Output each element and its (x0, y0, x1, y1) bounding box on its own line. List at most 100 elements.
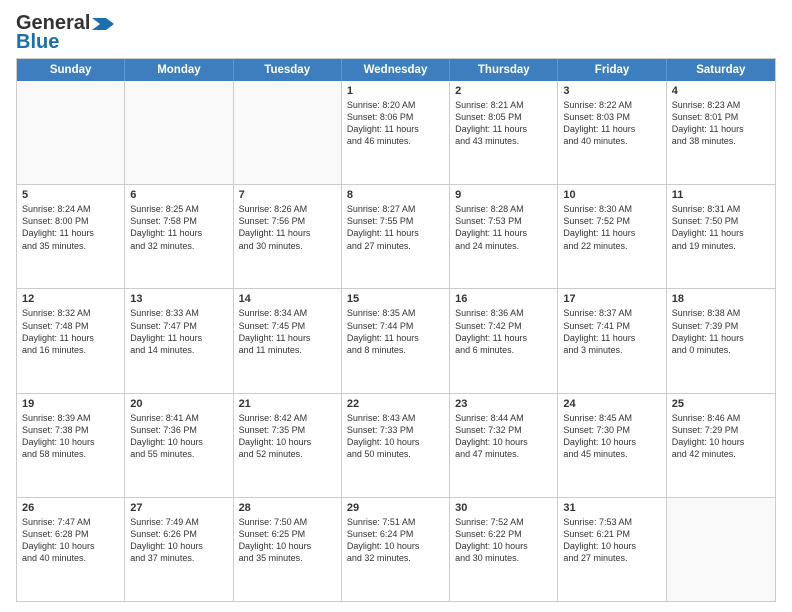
day-info: Sunrise: 8:37 AM Sunset: 7:41 PM Dayligh… (563, 308, 635, 354)
day-info: Sunrise: 8:22 AM Sunset: 8:03 PM Dayligh… (563, 100, 635, 146)
day-info: Sunrise: 8:31 AM Sunset: 7:50 PM Dayligh… (672, 204, 744, 250)
day-number: 17 (563, 293, 660, 305)
weekday-header-saturday: Saturday (667, 59, 775, 81)
weekday-header-sunday: Sunday (17, 59, 125, 81)
day-info: Sunrise: 8:27 AM Sunset: 7:55 PM Dayligh… (347, 204, 419, 250)
day-info: Sunrise: 8:21 AM Sunset: 8:05 PM Dayligh… (455, 100, 527, 146)
day-info: Sunrise: 8:46 AM Sunset: 7:29 PM Dayligh… (672, 413, 745, 459)
day-number: 8 (347, 189, 444, 201)
day-cell-12: 12 Sunrise: 8:32 AM Sunset: 7:48 PM Dayli… (17, 289, 125, 392)
day-cell-2: 2 Sunrise: 8:21 AM Sunset: 8:05 PM Daylig… (450, 81, 558, 184)
day-info: Sunrise: 8:24 AM Sunset: 8:00 PM Dayligh… (22, 204, 94, 250)
day-cell-13: 13 Sunrise: 8:33 AM Sunset: 7:47 PM Dayli… (125, 289, 233, 392)
calendar-row-5: 26 Sunrise: 7:47 AM Sunset: 6:28 PM Dayli… (17, 497, 775, 601)
day-cell-10: 10Sunrise: 8:30 AM Sunset: 7:52 PM Dayli… (558, 185, 666, 288)
calendar-row-4: 19Sunrise: 8:39 AM Sunset: 7:38 PM Dayli… (17, 393, 775, 497)
day-cell-empty-0-0 (17, 81, 125, 184)
day-info: Sunrise: 8:33 AM Sunset: 7:47 PM Dayligh… (130, 308, 202, 354)
day-info: Sunrise: 8:32 AM Sunset: 7:48 PM Dayligh… (22, 308, 94, 354)
day-number: 29 (347, 502, 444, 514)
day-number: 26 (22, 502, 119, 514)
day-number: 7 (239, 189, 336, 201)
day-number: 23 (455, 398, 552, 410)
page-header: General Blue (16, 12, 776, 54)
day-number: 24 (563, 398, 660, 410)
day-number: 3 (563, 85, 660, 97)
day-cell-15: 15 Sunrise: 8:35 AM Sunset: 7:44 PM Dayli… (342, 289, 450, 392)
day-cell-27: 27 Sunrise: 7:49 AM Sunset: 6:26 PM Dayli… (125, 498, 233, 601)
day-number: 18 (672, 293, 770, 305)
day-cell-3: 3 Sunrise: 8:22 AM Sunset: 8:03 PM Daylig… (558, 81, 666, 184)
day-number: 6 (130, 189, 227, 201)
day-number: 11 (672, 189, 770, 201)
day-cell-25: 25Sunrise: 8:46 AM Sunset: 7:29 PM Dayli… (667, 394, 775, 497)
day-cell-14: 14 Sunrise: 8:34 AM Sunset: 7:45 PM Dayli… (234, 289, 342, 392)
logo-arrow-icon (92, 18, 114, 30)
weekday-header-tuesday: Tuesday (234, 59, 342, 81)
day-info: Sunrise: 8:28 AM Sunset: 7:53 PM Dayligh… (455, 204, 527, 250)
day-info: Sunrise: 8:41 AM Sunset: 7:36 PM Dayligh… (130, 413, 203, 459)
day-info: Sunrise: 7:50 AM Sunset: 6:25 PM Dayligh… (239, 517, 312, 563)
day-number: 27 (130, 502, 227, 514)
day-cell-empty-0-1 (125, 81, 233, 184)
weekday-header-thursday: Thursday (450, 59, 558, 81)
calendar-row-3: 12 Sunrise: 8:32 AM Sunset: 7:48 PM Dayli… (17, 288, 775, 392)
calendar-body: 1Sunrise: 8:20 AM Sunset: 8:06 PM Daylig… (17, 81, 775, 601)
day-cell-7: 7Sunrise: 8:26 AM Sunset: 7:56 PM Daylig… (234, 185, 342, 288)
day-number: 5 (22, 189, 119, 201)
day-info: Sunrise: 8:35 AM Sunset: 7:44 PM Dayligh… (347, 308, 419, 354)
calendar-row-2: 5 Sunrise: 8:24 AM Sunset: 8:00 PM Daylig… (17, 184, 775, 288)
day-number: 2 (455, 85, 552, 97)
day-cell-18: 18 Sunrise: 8:38 AM Sunset: 7:39 PM Dayli… (667, 289, 775, 392)
logo: General Blue (16, 12, 114, 54)
day-cell-5: 5 Sunrise: 8:24 AM Sunset: 8:00 PM Daylig… (17, 185, 125, 288)
day-number: 12 (22, 293, 119, 305)
day-number: 21 (239, 398, 336, 410)
day-info: Sunrise: 8:20 AM Sunset: 8:06 PM Dayligh… (347, 100, 419, 146)
day-info: Sunrise: 7:49 AM Sunset: 6:26 PM Dayligh… (130, 517, 203, 563)
day-number: 13 (130, 293, 227, 305)
day-info: Sunrise: 8:43 AM Sunset: 7:33 PM Dayligh… (347, 413, 420, 459)
day-cell-empty-4-6 (667, 498, 775, 601)
day-cell-9: 9 Sunrise: 8:28 AM Sunset: 7:53 PM Daylig… (450, 185, 558, 288)
day-info: Sunrise: 8:36 AM Sunset: 7:42 PM Dayligh… (455, 308, 527, 354)
day-number: 4 (672, 85, 770, 97)
day-info: Sunrise: 8:38 AM Sunset: 7:39 PM Dayligh… (672, 308, 744, 354)
day-number: 14 (239, 293, 336, 305)
day-cell-8: 8 Sunrise: 8:27 AM Sunset: 7:55 PM Daylig… (342, 185, 450, 288)
day-cell-22: 22 Sunrise: 8:43 AM Sunset: 7:33 PM Dayli… (342, 394, 450, 497)
day-cell-11: 11 Sunrise: 8:31 AM Sunset: 7:50 PM Dayli… (667, 185, 775, 288)
calendar-row-1: 1Sunrise: 8:20 AM Sunset: 8:06 PM Daylig… (17, 81, 775, 184)
day-info: Sunrise: 8:34 AM Sunset: 7:45 PM Dayligh… (239, 308, 311, 354)
weekday-header-wednesday: Wednesday (342, 59, 450, 81)
day-cell-4: 4 Sunrise: 8:23 AM Sunset: 8:01 PM Daylig… (667, 81, 775, 184)
day-number: 22 (347, 398, 444, 410)
day-cell-1: 1Sunrise: 8:20 AM Sunset: 8:06 PM Daylig… (342, 81, 450, 184)
day-cell-31: 31 Sunrise: 7:53 AM Sunset: 6:21 PM Dayli… (558, 498, 666, 601)
day-cell-19: 19Sunrise: 8:39 AM Sunset: 7:38 PM Dayli… (17, 394, 125, 497)
day-cell-23: 23Sunrise: 8:44 AM Sunset: 7:32 PM Dayli… (450, 394, 558, 497)
weekday-header-monday: Monday (125, 59, 233, 81)
day-number: 9 (455, 189, 552, 201)
day-number: 30 (455, 502, 552, 514)
day-info: Sunrise: 7:53 AM Sunset: 6:21 PM Dayligh… (563, 517, 636, 563)
day-info: Sunrise: 8:42 AM Sunset: 7:35 PM Dayligh… (239, 413, 312, 459)
day-cell-24: 24 Sunrise: 8:45 AM Sunset: 7:30 PM Dayli… (558, 394, 666, 497)
day-info: Sunrise: 7:51 AM Sunset: 6:24 PM Dayligh… (347, 517, 420, 563)
day-number: 15 (347, 293, 444, 305)
day-info: Sunrise: 8:45 AM Sunset: 7:30 PM Dayligh… (563, 413, 636, 459)
calendar-header-row: SundayMondayTuesdayWednesdayThursdayFrid… (17, 59, 775, 81)
day-cell-empty-0-2 (234, 81, 342, 184)
day-cell-16: 16Sunrise: 8:36 AM Sunset: 7:42 PM Dayli… (450, 289, 558, 392)
day-cell-6: 6 Sunrise: 8:25 AM Sunset: 7:58 PM Daylig… (125, 185, 233, 288)
day-number: 28 (239, 502, 336, 514)
day-number: 31 (563, 502, 660, 514)
day-number: 20 (130, 398, 227, 410)
day-number: 10 (563, 189, 660, 201)
calendar: SundayMondayTuesdayWednesdayThursdayFrid… (16, 58, 776, 602)
day-info: Sunrise: 7:47 AM Sunset: 6:28 PM Dayligh… (22, 517, 95, 563)
day-info: Sunrise: 8:23 AM Sunset: 8:01 PM Dayligh… (672, 100, 744, 146)
day-info: Sunrise: 8:39 AM Sunset: 7:38 PM Dayligh… (22, 413, 95, 459)
day-info: Sunrise: 8:25 AM Sunset: 7:58 PM Dayligh… (130, 204, 202, 250)
day-cell-21: 21 Sunrise: 8:42 AM Sunset: 7:35 PM Dayli… (234, 394, 342, 497)
